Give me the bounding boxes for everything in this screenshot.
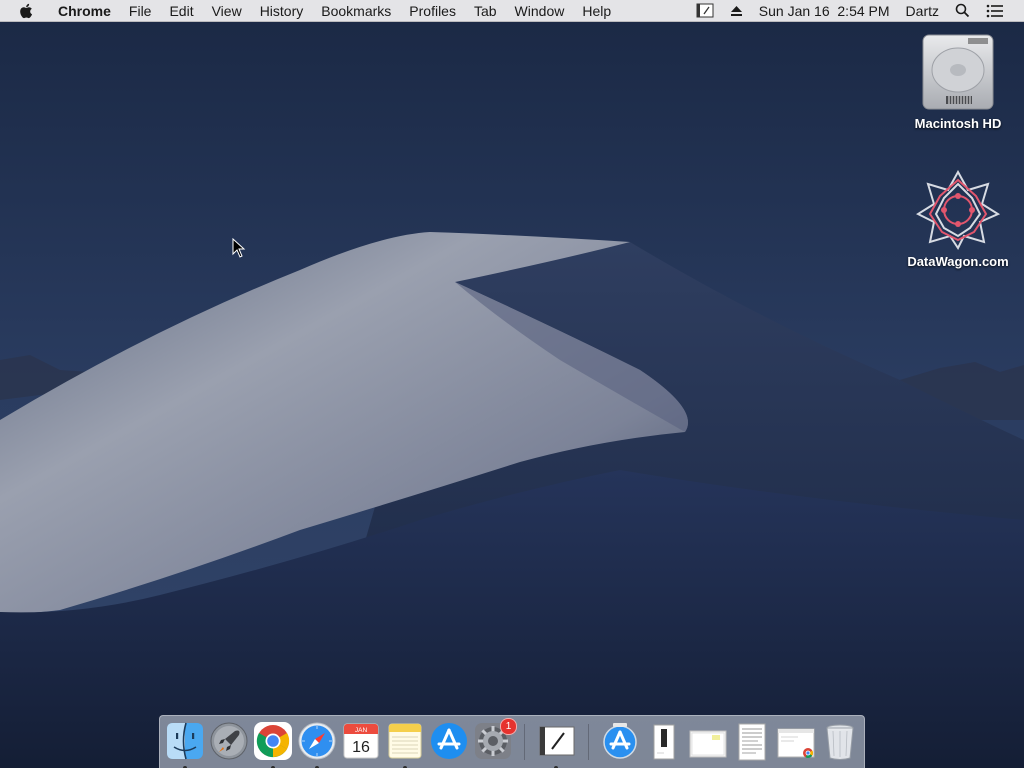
- mouse-cursor-icon: [232, 238, 246, 258]
- menu-view[interactable]: View: [203, 0, 251, 22]
- dock-item-safari[interactable]: [297, 721, 337, 768]
- document-icon: [738, 723, 766, 761]
- script-editor-status-icon[interactable]: [688, 3, 722, 18]
- app-store-icon: [431, 723, 467, 759]
- menu-help[interactable]: Help: [573, 0, 620, 22]
- desktop: Chrome File Edit View History Bookmarks …: [0, 0, 1024, 768]
- menu-app-name[interactable]: Chrome: [47, 0, 120, 22]
- dock-stack-chrome-file[interactable]: [776, 721, 816, 761]
- launchpad-icon: [210, 722, 248, 760]
- notes-icon: [388, 723, 422, 759]
- wallpaper-dunes: [0, 0, 1024, 768]
- desktop-icon-datawagon[interactable]: DataWagon.com: [898, 170, 1018, 269]
- hard-drive-icon: [922, 34, 994, 110]
- safari-icon: [298, 722, 336, 760]
- finder-icon: [167, 722, 203, 760]
- dock-divider: [524, 724, 525, 760]
- eject-icon[interactable]: [722, 5, 751, 17]
- calendar-day: 16: [352, 739, 370, 756]
- desktop-icon-macintosh-hd[interactable]: Macintosh HD: [898, 32, 1018, 131]
- dock: JAN 16 1: [159, 715, 865, 768]
- menu-profiles[interactable]: Profiles: [400, 0, 465, 22]
- dock-item-calendar[interactable]: JAN 16: [341, 721, 381, 761]
- calendar-icon: JAN 16: [343, 723, 379, 759]
- menu-bookmarks[interactable]: Bookmarks: [312, 0, 400, 22]
- dock-divider: [588, 724, 589, 760]
- menu-file[interactable]: File: [120, 0, 161, 22]
- dock-item-app-store[interactable]: [429, 721, 469, 761]
- dock-stack-applications[interactable]: [600, 721, 640, 761]
- menu-tab[interactable]: Tab: [465, 0, 506, 22]
- menu-history[interactable]: History: [251, 0, 313, 22]
- document-icon: [689, 730, 727, 758]
- menu-window[interactable]: Window: [506, 0, 574, 22]
- dock-item-chrome[interactable]: [253, 721, 293, 768]
- notification-badge: 1: [500, 718, 517, 735]
- dock-item-finder[interactable]: [165, 721, 205, 768]
- desktop-icon-label: DataWagon.com: [907, 254, 1009, 269]
- calendar-month: JAN: [355, 727, 368, 734]
- document-icon: [777, 728, 815, 758]
- trash-icon: [826, 724, 854, 760]
- dock-item-script-editor[interactable]: [536, 721, 576, 768]
- dock-stack-downloads[interactable]: [732, 721, 772, 761]
- user-name[interactable]: Dartz: [898, 0, 947, 22]
- notification-center-icon[interactable]: [978, 4, 1012, 18]
- clock[interactable]: Sun Jan 16 2:54 PM: [751, 0, 898, 22]
- dock-item-trash[interactable]: [820, 721, 860, 761]
- applications-folder-icon: [603, 723, 637, 759]
- dock-item-notes[interactable]: [385, 721, 425, 768]
- chrome-icon: [254, 722, 292, 760]
- document-icon: [653, 724, 675, 760]
- dock-item-launchpad[interactable]: [209, 721, 249, 761]
- menu-bar: Chrome File Edit View History Bookmarks …: [0, 0, 1024, 22]
- datawagon-logo-icon: [916, 170, 1000, 250]
- desktop-icon-label: Macintosh HD: [914, 116, 1002, 131]
- menu-edit[interactable]: Edit: [160, 0, 202, 22]
- dock-stack-files[interactable]: [688, 721, 728, 761]
- dock-item-system-preferences[interactable]: 1: [473, 718, 517, 761]
- spotlight-search-icon[interactable]: [947, 3, 978, 18]
- apple-menu-icon[interactable]: [19, 2, 35, 20]
- script-editor-icon: [539, 726, 575, 756]
- dock-stack-documents[interactable]: [644, 721, 684, 761]
